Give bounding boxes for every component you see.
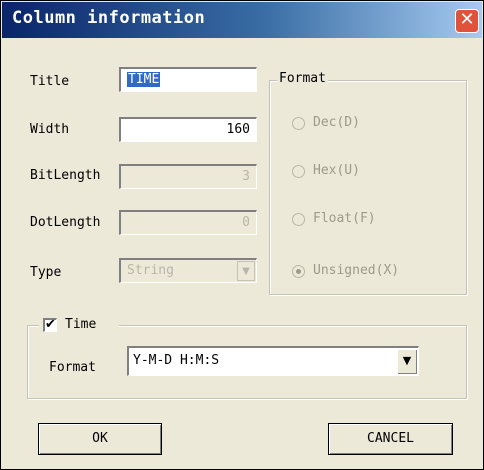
type-select[interactable]: String ▼ bbox=[119, 258, 257, 283]
dotlength-input[interactable]: 0 bbox=[119, 210, 257, 235]
check-icon: ✔ bbox=[45, 317, 56, 332]
bitlength-value: 3 bbox=[242, 169, 250, 184]
window-title: Column information bbox=[12, 8, 206, 28]
time-checkbox-label: Time bbox=[65, 317, 97, 332]
chevron-down-icon[interactable]: ▼ bbox=[237, 261, 255, 281]
radio-float-label: Float(F) bbox=[313, 211, 376, 226]
radio-unsigned[interactable] bbox=[292, 265, 305, 278]
width-label: Width bbox=[30, 122, 70, 137]
title-label: Title bbox=[30, 74, 70, 89]
title-value: TIME bbox=[127, 72, 161, 87]
title-bar[interactable]: Column information ✕ bbox=[2, 2, 482, 38]
bitlength-label: BitLength bbox=[30, 168, 101, 183]
time-checkbox[interactable]: ✔ bbox=[43, 317, 57, 332]
type-label: Type bbox=[30, 265, 62, 280]
time-format-select[interactable]: Y-M-D H:M:S ▼ bbox=[127, 346, 419, 376]
type-value: String bbox=[127, 263, 174, 278]
radio-hex[interactable] bbox=[292, 165, 305, 178]
width-value: 160 bbox=[226, 122, 250, 137]
ok-button[interactable]: OK bbox=[38, 423, 162, 455]
cancel-button[interactable]: CANCEL bbox=[328, 423, 453, 455]
width-input[interactable]: 160 bbox=[119, 117, 257, 142]
ok-button-label: OK bbox=[92, 431, 108, 446]
radio-unsigned-label: Unsigned(X) bbox=[313, 263, 400, 278]
dialog-window: Column information ✕ Title TIME Width 16… bbox=[0, 0, 484, 470]
time-format-value: Y-M-D H:M:S bbox=[133, 353, 220, 368]
title-input[interactable]: TIME bbox=[119, 67, 257, 92]
close-button[interactable]: ✕ bbox=[455, 9, 479, 33]
time-format-label: Format bbox=[49, 360, 96, 375]
chevron-down-icon[interactable]: ▼ bbox=[397, 349, 417, 374]
bitlength-input[interactable]: 3 bbox=[119, 164, 257, 189]
radio-hex-label: Hex(U) bbox=[313, 163, 360, 178]
radio-dec[interactable] bbox=[292, 117, 305, 130]
radio-float[interactable] bbox=[292, 213, 305, 226]
format-group-label: Format bbox=[277, 71, 328, 86]
dotlength-label: DotLength bbox=[30, 215, 101, 230]
radio-dec-label: Dec(D) bbox=[313, 115, 360, 130]
close-icon: ✕ bbox=[459, 9, 475, 30]
dotlength-value: 0 bbox=[242, 215, 250, 230]
cancel-button-label: CANCEL bbox=[367, 431, 414, 446]
